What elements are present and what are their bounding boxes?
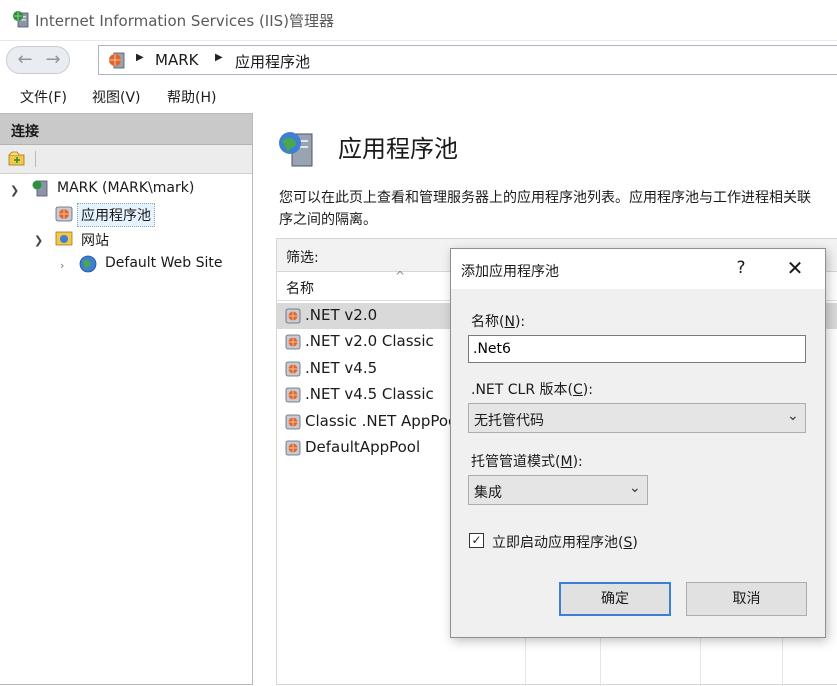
tree-server[interactable]: MARK (MARK\mark): [57, 180, 194, 196]
close-icon[interactable]: ✕: [781, 256, 809, 280]
connections-toolbar: [0, 145, 252, 174]
start-immediately-label[interactable]: 立即启动应用程序池(S): [492, 532, 638, 552]
menu-file[interactable]: 文件(F): [20, 87, 67, 107]
globe-icon: [79, 255, 97, 273]
app-pool-icon: [285, 334, 301, 350]
breadcrumb-separator-icon: ▶: [136, 52, 144, 63]
connections-panel: 连接 ❯ MARK (MARK\mark) 应用程序池 ❯ 网站 › Defau…: [0, 113, 253, 685]
back-arrow-icon[interactable]: ←: [11, 49, 39, 71]
app-pool-icon: [285, 308, 301, 324]
pipeline-mode-value: 集成: [474, 485, 502, 501]
app-pool-icon: [285, 387, 301, 403]
window-title: Internet Information Services (IIS)管理器: [35, 12, 335, 30]
dialog-titlebar: 添加应用程序池 ? ✕: [451, 249, 825, 289]
nav-buttons: ← →: [6, 46, 70, 74]
app-pool-icon: [285, 440, 301, 456]
clr-version-value: 无托管代码: [474, 413, 544, 429]
menu-help[interactable]: 帮助(H): [167, 87, 216, 107]
address-bar-row: ← → ▶ MARK ▶ 应用程序池: [0, 40, 837, 79]
tree-sites[interactable]: 网站: [81, 230, 109, 250]
pool-name: .NET v4.5 Classic: [305, 385, 434, 404]
page-description: 您可以在此页上查看和管理服务器上的应用程序池列表。应用程序池与工作进程相关联: [279, 190, 811, 206]
connections-header: 连接: [0, 114, 252, 145]
page-description-cont: 序之间的隔离。: [279, 212, 377, 228]
chevron-down-icon: ⌄: [787, 408, 799, 424]
pipeline-mode-label: 托管管道模式(M):: [471, 454, 583, 470]
menu-bar: 文件(F) 视图(V) 帮助(H): [0, 80, 837, 112]
start-immediately-checkbox[interactable]: ✓: [469, 533, 484, 548]
breadcrumb-app-pools[interactable]: 应用程序池: [235, 51, 310, 72]
expand-chevron-icon[interactable]: ❯: [34, 234, 43, 247]
pool-name: .NET v2.0 Classic: [305, 332, 434, 351]
app-pool-icon: [285, 361, 301, 377]
pool-name: .NET v2.0: [305, 306, 378, 324]
collapse-chevron-icon[interactable]: ›: [60, 259, 64, 272]
clr-version-label: .NET CLR 版本(C):: [471, 382, 593, 398]
pool-name: Classic .NET AppPool: [305, 411, 462, 430]
toolbar-divider: [35, 151, 36, 167]
breadcrumb-server[interactable]: MARK: [155, 51, 198, 69]
app-pool-icon: [285, 414, 301, 429]
app-pool-icon: [55, 206, 73, 222]
name-label: 名称(N):: [471, 314, 526, 330]
dialog-title: 添加应用程序池: [461, 264, 559, 280]
tree-default-site[interactable]: Default Web Site: [105, 255, 222, 271]
new-connection-icon[interactable]: [8, 151, 26, 166]
page-title: 应用程序池: [338, 135, 458, 163]
forward-arrow-icon[interactable]: →: [39, 49, 67, 71]
server-icon: [32, 180, 48, 197]
tree-app-pools[interactable]: 应用程序池: [77, 203, 155, 227]
menu-view[interactable]: 视图(V): [92, 87, 141, 107]
clr-version-select[interactable]: 无托管代码 ⌄: [468, 403, 806, 433]
name-input[interactable]: [468, 335, 806, 363]
sites-folder-icon: [55, 231, 73, 246]
pool-name: DefaultAppPool: [305, 438, 421, 456]
pool-name: .NET v4.5: [305, 358, 378, 377]
window-titlebar: Internet Information Services (IIS)管理器: [0, 0, 837, 40]
server-globe-icon: [109, 52, 125, 69]
iis-app-icon: [13, 11, 29, 28]
filter-label: 筛选:: [286, 250, 319, 266]
connections-title: 连接: [11, 124, 39, 140]
column-name[interactable]: 名称: [286, 278, 314, 298]
cancel-button[interactable]: 取消: [686, 582, 807, 616]
truncated-column-values: //////: [828, 276, 833, 432]
chevron-down-icon: ⌄: [629, 480, 641, 496]
help-icon[interactable]: ?: [731, 258, 751, 278]
pipeline-mode-select[interactable]: 集成 ⌄: [468, 475, 648, 505]
expand-chevron-icon[interactable]: ❯: [10, 184, 19, 197]
app-pools-large-icon: [279, 132, 313, 167]
breadcrumb-separator-icon: ▶: [215, 52, 223, 63]
ok-button[interactable]: 确定: [559, 582, 671, 616]
sort-indicator-icon: ^: [395, 269, 406, 283]
address-bar[interactable]: ▶ MARK ▶ 应用程序池: [98, 45, 837, 75]
add-app-pool-dialog: 添加应用程序池 ? ✕ 名称(N): .NET CLR 版本(C): 无托管代码…: [450, 248, 826, 638]
